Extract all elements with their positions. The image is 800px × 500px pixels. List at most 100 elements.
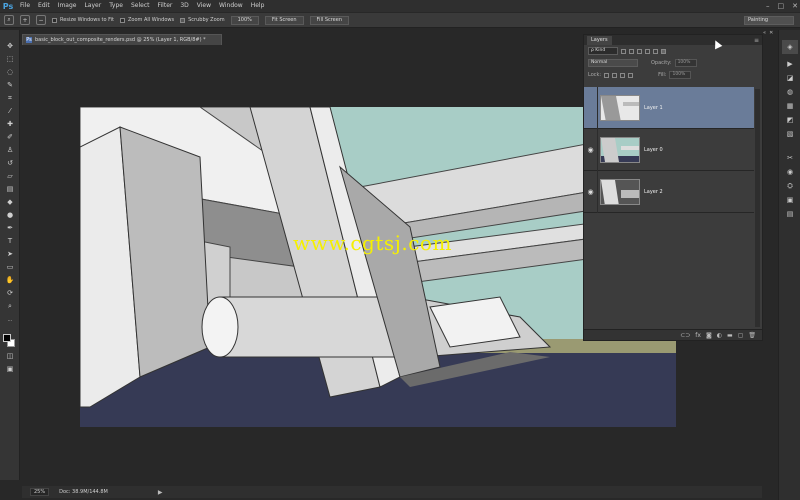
visibility-toggle-icon[interactable] [584,86,598,129]
lock-transparent-icon[interactable] [604,72,610,78]
close-button[interactable]: ✕ [792,0,798,12]
healing-tool-icon[interactable]: ✚ [5,120,15,129]
smart-object-filter-icon[interactable] [653,48,658,54]
document-tab[interactable]: Ps basic_block_out_composite_renders.psd… [22,34,222,45]
close-panel-icon[interactable]: ✕ [769,30,773,39]
zoom-tool-icon[interactable]: ⌕ [5,302,15,311]
dodge-tool-icon[interactable]: ● [5,211,15,220]
type-filter-icon[interactable] [637,48,642,54]
panel-collapse-controls[interactable]: « ✕ [763,30,778,39]
fill-field[interactable]: 100% [669,71,692,79]
add-mask-icon[interactable]: ◙ [706,332,712,339]
filter-toggle-icon[interactable] [661,48,666,54]
move-tool-icon[interactable]: ✥ [5,42,15,51]
scrubby-zoom-checkbox[interactable]: Scrubby Zoom [180,17,225,23]
resize-windows-checkbox[interactable]: Resize Windows to Fit [52,17,114,23]
kind-filter-select[interactable]: ρ Kind [588,47,618,55]
menu-filter[interactable]: Filter [154,0,177,12]
menu-help[interactable]: Help [247,0,269,12]
fill-screen-button[interactable]: Fill Screen [309,15,350,25]
new-layer-icon[interactable]: ▢ [738,332,744,339]
collapse-icon[interactable]: « [763,30,766,39]
fit-screen-button[interactable]: Fit Screen [264,15,304,25]
blur-tool-icon[interactable]: ◆ [5,198,15,207]
brush-tool-icon[interactable]: ✐ [5,133,15,142]
swatches-icon[interactable]: ▦ [785,102,795,111]
properties-icon[interactable]: ◩ [785,116,795,125]
zoom-100-button[interactable]: 100% [230,15,259,25]
trash-icon[interactable]: 🗑 [748,332,756,339]
zoom-tool-icon[interactable]: ⌕ [4,15,14,25]
menu-window[interactable]: Window [215,0,247,12]
adjustment-layer-icon[interactable]: ◐ [717,332,722,339]
menu-layer[interactable]: Layer [80,0,105,12]
pixel-filter-icon[interactable] [621,48,626,54]
new-group-icon[interactable]: ▬ [727,332,733,339]
layers-scrollbar[interactable] [755,89,760,327]
menu-3d[interactable]: 3D [176,0,192,12]
panel-menu-icon[interactable]: ≡ [754,37,759,44]
lasso-tool-icon[interactable]: ◌ [5,68,15,77]
layer-row-layer-2[interactable]: ◉ Layer 2 [584,170,754,213]
layers-tab[interactable]: Layers [587,35,612,45]
stamp-tool-icon[interactable]: ♙ [5,146,15,155]
maximize-button[interactable]: □ [778,0,785,12]
quick-select-tool-icon[interactable]: ✎ [5,81,15,90]
hand-tool-icon[interactable]: ✋ [5,276,15,285]
type-tool-icon[interactable]: T [5,237,15,246]
fx-icon[interactable]: fx [695,332,701,339]
shape-filter-icon[interactable] [645,48,650,54]
shape-tool-icon[interactable]: ▭ [5,263,15,272]
clone-source-icon[interactable]: ◉ [785,168,795,177]
menu-image[interactable]: Image [54,0,81,12]
quick-mask-icon[interactable]: ◫ [5,352,15,361]
color-icon[interactable]: ◍ [785,88,795,97]
history-icon[interactable]: ▣ [785,196,795,205]
brush-presets-icon[interactable]: ✂ [785,154,795,163]
rotate-view-tool-icon[interactable]: ⟳ [5,289,15,298]
eye-icon[interactable]: ◉ [584,128,598,171]
menu-file[interactable]: File [16,0,34,12]
screen-mode-icon[interactable]: ▣ [5,365,15,374]
menu-edit[interactable]: Edit [34,0,54,12]
lock-pixels-icon[interactable] [612,72,618,78]
eyedropper-tool-icon[interactable]: ⁄ [5,107,15,116]
app-logo: Ps [2,1,14,11]
lock-all-icon[interactable] [628,72,634,78]
scrubby-zoom-label: Scrubby Zoom [188,17,225,23]
pen-tool-icon[interactable]: ✒ [5,224,15,233]
layer-thumbnail [600,178,640,205]
gradient-tool-icon[interactable]: ▤ [5,185,15,194]
menu-select[interactable]: Select [127,0,154,12]
actions-icon[interactable]: ▤ [785,210,795,219]
zoom-in-icon[interactable]: + [20,15,30,25]
menu-type[interactable]: Type [105,0,127,12]
lock-position-icon[interactable] [620,72,626,78]
layers-panel-icon[interactable]: ◈ [782,40,798,54]
marquee-tool-icon[interactable]: ⬚ [5,55,15,64]
zoom-level[interactable]: 25% [30,488,50,496]
link-layers-icon[interactable]: ⊂⊃ [680,332,690,339]
status-menu-arrow-icon[interactable]: ▶ [158,489,163,496]
adjustment-filter-icon[interactable] [629,48,634,54]
tool-presets-icon[interactable]: ⛭ [785,182,795,191]
history-brush-tool-icon[interactable]: ↺ [5,159,15,168]
workspace-select[interactable]: Painting [744,16,794,25]
zoom-all-windows-checkbox[interactable]: Zoom All Windows [120,17,174,23]
eye-icon[interactable]: ◉ [584,170,598,213]
minimize-button[interactable]: – [766,0,770,12]
layer-row-layer-0[interactable]: ◉ Layer 0 [584,128,754,171]
zoom-out-icon[interactable]: − [36,15,46,25]
layer-row-layer-1[interactable]: Layer 1 [584,86,754,129]
styles-icon[interactable]: ▧ [785,130,795,139]
eraser-tool-icon[interactable]: ▱ [5,172,15,181]
blend-mode-select[interactable]: Normal [588,59,638,67]
foreground-color-swatch[interactable] [3,334,11,342]
opacity-field[interactable]: 100% [674,59,697,67]
adjustments-icon[interactable]: ◪ [785,74,795,83]
path-select-tool-icon[interactable]: ➤ [5,250,15,259]
menu-view[interactable]: View [193,0,215,12]
play-icon[interactable]: ▶ [785,60,795,69]
crop-tool-icon[interactable]: ⌗ [5,94,15,103]
more-tools-icon[interactable]: ⋯ [5,317,15,326]
